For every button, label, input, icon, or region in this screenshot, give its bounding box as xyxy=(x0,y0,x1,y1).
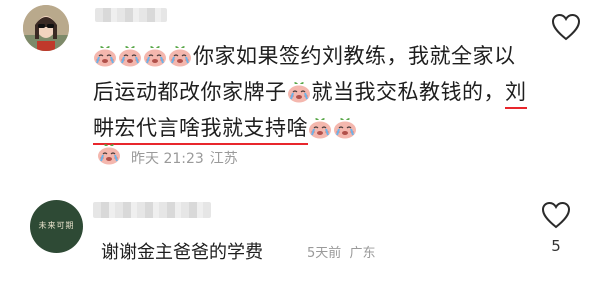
heart-outline-icon[interactable] xyxy=(541,201,571,229)
crying-emoji-icon xyxy=(168,45,192,67)
username-blurred[interactable] xyxy=(95,8,167,22)
comment-location: 广东 xyxy=(349,246,376,261)
avatar[interactable] xyxy=(23,5,69,51)
crying-emoji-icon xyxy=(97,143,121,165)
comment-time: 5天前 xyxy=(307,246,342,261)
comment-text: 你家如果签约刘教练，我就全家以后运动都改你家牌子 就当我交私教钱的，刘畊宏代言啥我… xyxy=(93,38,533,146)
crying-emoji-icon xyxy=(333,117,357,139)
comment-text: 谢谢金主爸爸的学费 xyxy=(101,242,263,263)
comment-location: 江苏 xyxy=(209,151,238,167)
comment-meta: 昨天 21:23 江苏 xyxy=(131,148,244,168)
username-blurred[interactable] xyxy=(93,202,211,218)
crying-emoji-icon xyxy=(93,45,117,67)
crying-emoji-icon xyxy=(287,81,311,103)
like-count: 5 xyxy=(551,237,561,255)
crying-emoji-icon xyxy=(143,45,167,67)
heart-outline-icon[interactable] xyxy=(551,13,581,41)
comment-text-part2: 就当我交私教钱的， xyxy=(311,80,505,104)
avatar-photo-icon xyxy=(23,5,69,51)
avatar-text: 未来可期 xyxy=(38,221,75,230)
crying-emoji-icon xyxy=(118,45,142,67)
avatar[interactable]: 未来可期 xyxy=(30,200,83,253)
crying-emoji-icon xyxy=(308,117,332,139)
comment-meta: 5天前 广东 xyxy=(307,242,376,261)
comment-time: 昨天 21:23 xyxy=(131,151,204,167)
